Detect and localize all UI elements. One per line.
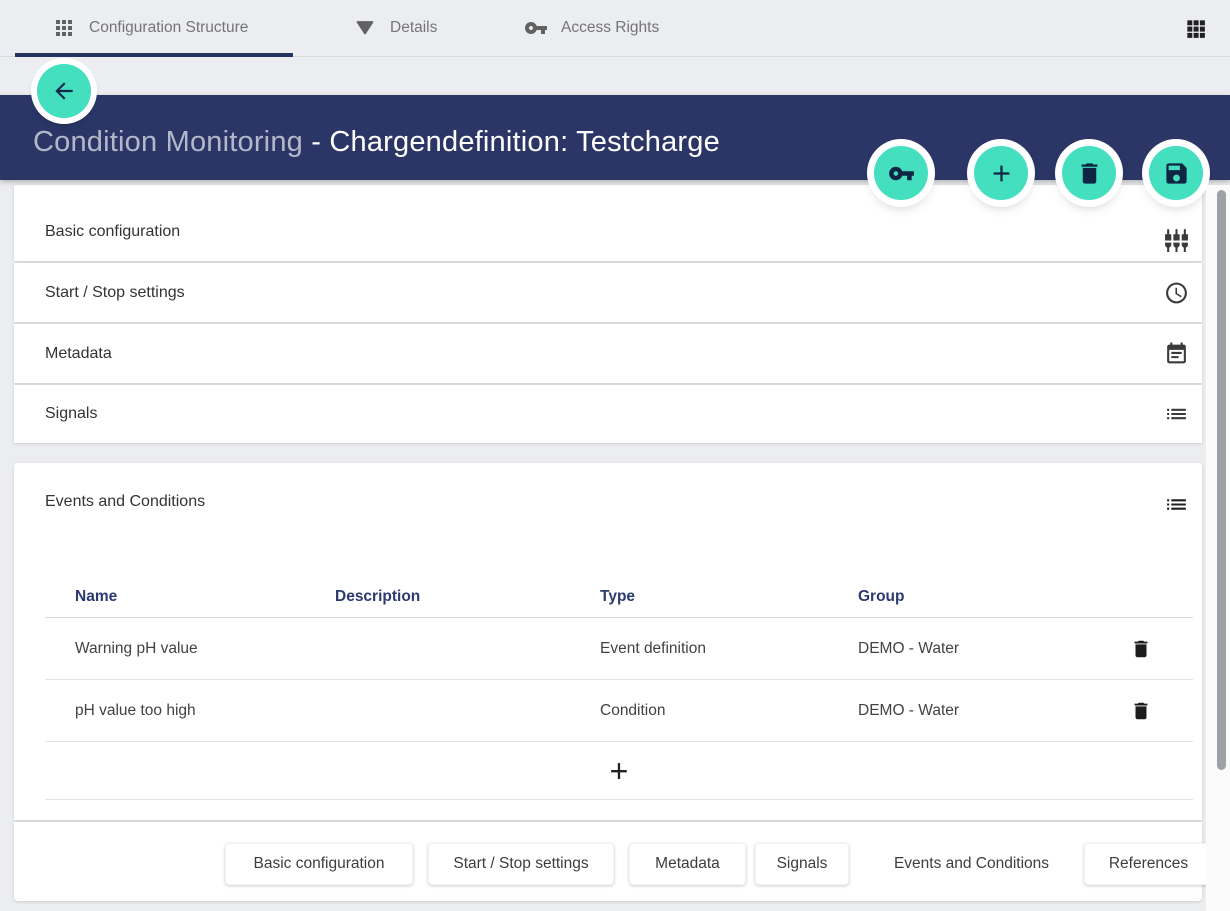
nav-button-label: Metadata xyxy=(655,855,720,873)
section-header-signals[interactable]: Signals xyxy=(14,385,1202,443)
tab-label: Access Rights xyxy=(561,19,659,37)
access-rights-button[interactable] xyxy=(874,146,928,200)
scrollbar-track[interactable] xyxy=(1206,185,1230,911)
nav-button-basic-configuration[interactable]: Basic configuration xyxy=(225,843,413,885)
nav-button-references[interactable]: References xyxy=(1084,843,1213,885)
row-delete-button[interactable] xyxy=(1130,638,1152,660)
bottom-nav-bar: Basic configuration Start / Stop setting… xyxy=(14,822,1202,901)
add-row-button[interactable]: + xyxy=(45,742,1193,800)
apps-grid-button[interactable] xyxy=(1183,16,1209,42)
tab-configuration-structure[interactable]: Configuration Structure xyxy=(52,0,248,56)
calendar-icon xyxy=(1164,341,1189,366)
save-button[interactable] xyxy=(1149,146,1203,200)
page-title-entity: Chargendefinition: Testcharge xyxy=(329,126,720,158)
tab-details[interactable]: Details xyxy=(353,0,437,56)
section-label: Start / Stop settings xyxy=(45,284,185,302)
column-header-group: Group xyxy=(858,588,1098,606)
delete-button[interactable] xyxy=(1062,146,1116,200)
clock-icon xyxy=(1164,280,1189,305)
sliders-icon xyxy=(1164,228,1189,253)
nav-button-events-and-conditions[interactable]: Events and Conditions xyxy=(859,843,1084,885)
cell-type: Condition xyxy=(600,702,858,720)
cell-group: DEMO - Water xyxy=(858,702,1098,720)
nav-button-start-stop-settings[interactable]: Start / Stop settings xyxy=(428,843,614,885)
tab-access-rights[interactable]: Access Rights xyxy=(524,0,659,56)
nav-button-signals[interactable]: Signals xyxy=(755,843,849,885)
section-label: Basic configuration xyxy=(45,223,180,241)
row-delete-button[interactable] xyxy=(1130,700,1152,722)
column-header-type: Type xyxy=(600,588,858,606)
page-title-separator: - xyxy=(303,126,329,158)
apps-grid-icon xyxy=(1183,16,1209,42)
section-signals: Signals xyxy=(14,385,1202,443)
nav-button-label: Events and Conditions xyxy=(894,855,1049,873)
page-title: Condition Monitoring - Chargendefinition… xyxy=(33,126,720,159)
section-header-start-stop-settings[interactable]: Start / Stop settings xyxy=(14,263,1202,322)
section-basic-configuration: Basic configuration xyxy=(14,185,1202,261)
table-row: Warning pH value Event definition DEMO -… xyxy=(45,618,1193,680)
cell-type: Event definition xyxy=(600,640,858,658)
back-button[interactable] xyxy=(37,64,91,118)
plus-icon: + xyxy=(610,755,629,787)
cell-name: Warning pH value xyxy=(75,640,335,658)
nav-button-label: Signals xyxy=(777,855,828,873)
top-tab-bar: Configuration Structure Details Access R… xyxy=(0,0,1230,57)
nav-button-label: Start / Stop settings xyxy=(453,855,588,873)
section-label: Signals xyxy=(45,405,97,423)
section-header-metadata[interactable]: Metadata xyxy=(14,324,1202,383)
events-table: Name Description Type Group Warning pH v… xyxy=(45,588,1193,800)
list-icon[interactable] xyxy=(1164,492,1189,517)
nav-button-label: References xyxy=(1109,855,1188,873)
column-header-name: Name xyxy=(75,588,335,606)
nav-button-label: Basic configuration xyxy=(254,855,385,873)
page-header: Condition Monitoring - Chargendefinition… xyxy=(0,95,1230,180)
plus-icon xyxy=(988,160,1015,187)
list-icon xyxy=(1164,402,1189,427)
nav-button-metadata[interactable]: Metadata xyxy=(629,843,746,885)
scrollbar-thumb[interactable] xyxy=(1217,190,1226,770)
save-icon xyxy=(1163,160,1190,187)
add-button[interactable] xyxy=(974,146,1028,200)
page-title-context: Condition Monitoring xyxy=(33,126,303,158)
section-metadata: Metadata xyxy=(14,324,1202,383)
cell-name: pH value too high xyxy=(75,702,335,720)
key-icon xyxy=(888,160,915,187)
column-header-description: Description xyxy=(335,588,600,606)
section-header-basic-configuration[interactable]: Basic configuration xyxy=(14,185,1202,261)
section-label: Metadata xyxy=(45,345,112,363)
arrow-left-icon xyxy=(51,78,77,104)
tab-label: Configuration Structure xyxy=(89,19,248,37)
grid-icon xyxy=(52,16,76,40)
funnel-icon xyxy=(353,16,377,40)
cell-group: DEMO - Water xyxy=(858,640,1098,658)
tab-label: Details xyxy=(390,19,437,37)
trash-icon xyxy=(1076,160,1103,187)
events-section-label: Events and Conditions xyxy=(45,493,205,511)
events-table-header: Name Description Type Group xyxy=(45,588,1193,618)
key-icon xyxy=(524,16,548,40)
active-tab-indicator xyxy=(15,53,293,57)
section-events-and-conditions: Events and Conditions Name Description T… xyxy=(14,463,1202,820)
section-start-stop-settings: Start / Stop settings xyxy=(14,263,1202,322)
table-row: pH value too high Condition DEMO - Water xyxy=(45,680,1193,742)
